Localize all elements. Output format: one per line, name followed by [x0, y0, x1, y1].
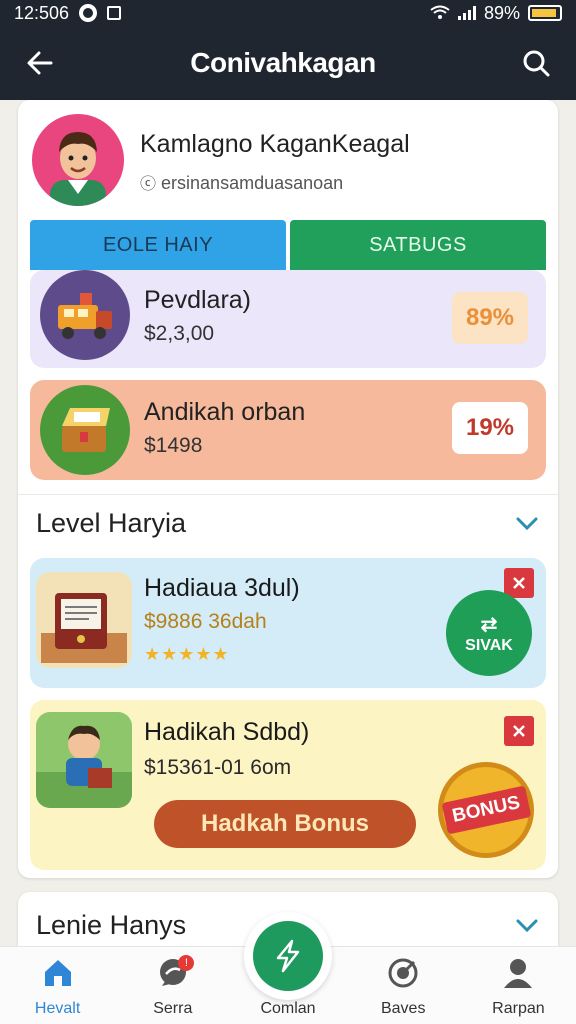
- nav-item-rarpan[interactable]: Rarpan: [461, 947, 576, 1024]
- bolt-icon: [276, 939, 300, 973]
- status-bar: 12:506 89%: [0, 0, 576, 26]
- battery-icon: [528, 5, 562, 21]
- row-amount: $2,3,00: [144, 322, 215, 345]
- item-title: Hadiaua 3dul): [144, 574, 300, 602]
- sivak-badge[interactable]: ⇄ SIVAK: [446, 590, 532, 676]
- home-icon: [44, 960, 71, 986]
- truck-thumbnail: [40, 270, 130, 360]
- bonus-ribbon: BONUS: [441, 785, 531, 835]
- item-title: Hadikah Sdbd): [144, 718, 310, 746]
- back-button[interactable]: [18, 41, 62, 85]
- percent-badge: 89%: [452, 292, 528, 344]
- book-stand-icon: [41, 593, 127, 663]
- avatar: [32, 114, 124, 206]
- chevron-down-icon[interactable]: [514, 912, 540, 938]
- section-title-level: Level Haryia: [36, 508, 187, 538]
- child-reading-icon: [36, 725, 132, 808]
- percent-badge: 19%: [452, 402, 528, 454]
- truck-icon: [58, 293, 112, 339]
- close-button[interactable]: [504, 716, 534, 746]
- profile-name: Kamlagno KaganKeagal: [140, 130, 410, 158]
- close-icon: [513, 725, 525, 737]
- app-bar: Conivahkagan: [0, 26, 576, 100]
- item-subtitle: $9886 36dah: [144, 610, 267, 633]
- search-icon: [523, 50, 550, 77]
- tab-bar: EOLE HAIY SATBUGS: [30, 220, 546, 270]
- refresh-icon: ⇄: [480, 613, 498, 636]
- nav-label: Hevalt: [34, 1000, 81, 1017]
- reward-item-hadiaua[interactable]: Hadiaua 3dul) $9886 36dah ★★★★★ ⇄ SIVAK: [30, 558, 546, 688]
- fab-bolt-button[interactable]: [244, 912, 332, 1000]
- list-item-pevdlara[interactable]: Pevdlara) $2,3,00 89%: [30, 270, 546, 368]
- page-title: Conivahkagan: [190, 47, 376, 78]
- search-button[interactable]: [514, 41, 558, 85]
- row-title: Andikah orban: [144, 398, 306, 426]
- status-time: 12:506: [14, 2, 70, 23]
- close-button[interactable]: [504, 568, 534, 598]
- kid-thumbnail: [36, 712, 132, 808]
- user-avatar-icon: [50, 132, 106, 206]
- row-title: Pevdlara): [144, 286, 251, 314]
- treasure-chest-icon: [62, 408, 110, 452]
- nav-label: Serra: [153, 1000, 193, 1017]
- section-title-lenie: Lenie Hanys: [36, 910, 187, 940]
- tab-satbugs[interactable]: SATBUGS: [290, 220, 546, 270]
- nav-label: Baves: [380, 1000, 426, 1017]
- wifi-icon: [430, 5, 450, 19]
- book-thumbnail: [36, 572, 132, 668]
- profile-header[interactable]: Kamlagno KaganKeagal ⓒ ersinansamduasano…: [32, 114, 410, 206]
- nav-item-baves[interactable]: Baves: [346, 947, 461, 1024]
- battery-text: 89%: [483, 2, 520, 23]
- reward-item-hadikah[interactable]: Hadikah Sdbd) $15361-01 6om Hadkah Bonus…: [30, 700, 546, 870]
- hadkah-bonus-button[interactable]: Hadkah Bonus: [154, 800, 416, 848]
- person-icon: [504, 959, 533, 988]
- record-icon: [79, 4, 98, 22]
- arrow-left-icon: [27, 51, 53, 75]
- tab-eole-haiy[interactable]: EOLE HAIY: [30, 220, 286, 270]
- main-card: Kamlagno KaganKeagal ⓒ ersinansamduasano…: [18, 100, 558, 878]
- nav-label: Rarpan: [492, 1000, 545, 1017]
- close-icon: [513, 577, 525, 589]
- notification-badge: !: [178, 955, 195, 971]
- bonus-coin-badge[interactable]: BONUS: [438, 762, 534, 858]
- item-subtitle: $15361-01 6om: [144, 756, 292, 779]
- row-amount: $1498: [144, 434, 203, 457]
- nav-label: Comlan: [260, 1000, 316, 1017]
- chevron-down-icon[interactable]: [514, 510, 540, 536]
- nav-item-serra[interactable]: ! Serra: [115, 947, 230, 1024]
- rating-stars: ★★★★★: [144, 644, 230, 664]
- e-icon: [107, 6, 122, 20]
- nav-item-hevalt[interactable]: Hevalt: [0, 947, 115, 1024]
- profile-subtitle: ⓒ ersinansamduasanoan: [140, 173, 344, 193]
- divider: [18, 494, 558, 495]
- at-icon: ⓒ: [140, 176, 157, 193]
- target-icon: [388, 958, 418, 988]
- chest-thumbnail: [40, 385, 130, 475]
- signal-icon: [457, 6, 476, 20]
- list-item-andikah[interactable]: Andikah orban $1498 19%: [30, 380, 546, 480]
